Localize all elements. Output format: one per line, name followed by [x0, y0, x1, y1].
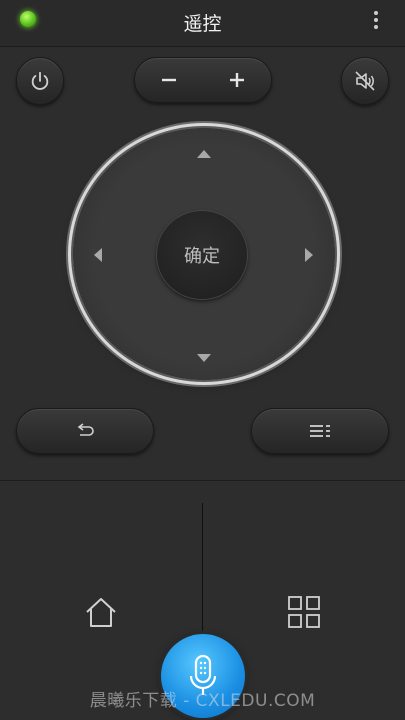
apps-button[interactable] — [283, 591, 325, 633]
arrow-down-icon — [197, 354, 211, 362]
more-vertical-icon[interactable] — [371, 8, 381, 34]
dpad-right-button[interactable] — [297, 243, 321, 267]
mute-icon — [355, 71, 375, 91]
power-button[interactable] — [16, 57, 64, 105]
volume-control — [134, 57, 272, 103]
watermark-text: 晨曦乐下载 - CXLEDU.COM — [89, 691, 316, 711]
page-title: 遥控 — [183, 13, 222, 35]
back-icon — [77, 423, 94, 436]
dpad-left-button[interactable] — [86, 243, 110, 267]
home-button[interactable] — [80, 591, 122, 633]
plus-icon — [230, 73, 244, 87]
mute-button[interactable] — [341, 57, 389, 105]
menu-icon — [310, 425, 330, 437]
menu-button[interactable] — [251, 408, 389, 454]
apps-grid-icon — [288, 596, 320, 628]
power-icon — [31, 71, 49, 90]
volume-down-button[interactable] — [135, 58, 203, 102]
arrow-right-icon — [305, 248, 313, 262]
ok-button[interactable]: 确定 — [157, 211, 247, 299]
back-button[interactable] — [16, 408, 154, 454]
dpad-up-button[interactable] — [192, 142, 216, 166]
dpad-down-button[interactable] — [192, 346, 216, 370]
arrow-up-icon — [197, 150, 211, 158]
minus-icon — [162, 78, 176, 82]
volume-up-button[interactable] — [203, 58, 271, 102]
arrow-left-icon — [94, 248, 102, 262]
app-header: 遥控 — [0, 0, 405, 47]
home-icon — [86, 598, 116, 627]
section-divider — [0, 480, 405, 481]
ok-button-label: 确定 — [184, 246, 220, 267]
